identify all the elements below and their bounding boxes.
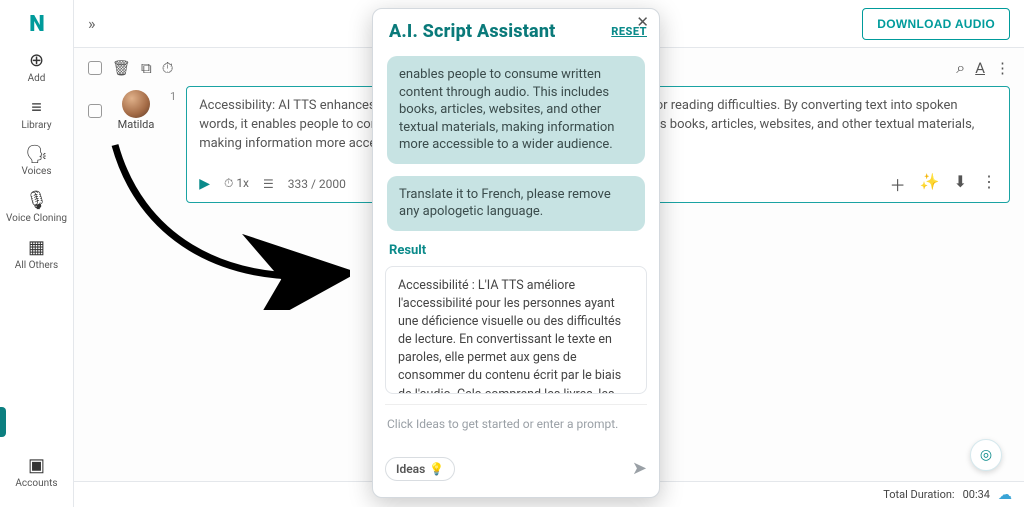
speed-icon[interactable]: ⏱ xyxy=(162,59,174,77)
play-button[interactable]: ▶ xyxy=(199,176,210,192)
sidebar-item-label: Voice Cloning xyxy=(6,213,67,224)
font-style-icon[interactable]: A xyxy=(975,59,985,77)
grid-icon: ▦ xyxy=(28,238,45,258)
more-icon[interactable]: ⋮ xyxy=(995,59,1010,77)
row-checkbox[interactable] xyxy=(88,104,102,118)
account-icon: ▣ xyxy=(28,456,45,476)
add-block-button[interactable]: ＋ xyxy=(890,172,906,196)
plus-circle-icon: ⊕ xyxy=(29,51,44,71)
sidebar-item-label: Library xyxy=(21,120,51,131)
voice-cloning-icon: 🎙 xyxy=(25,191,48,211)
voice-name: Matilda xyxy=(118,118,155,131)
lightbulb-icon: 💡 xyxy=(429,462,444,476)
left-edge-indicator xyxy=(0,407,6,437)
help-fab[interactable]: ◎ xyxy=(970,439,1002,471)
ideas-button[interactable]: Ideas 💡 xyxy=(385,457,455,481)
sidebar-item-label: Accounts xyxy=(15,478,57,489)
sidebar-item-library[interactable]: ≡ Library xyxy=(21,98,51,131)
select-all-checkbox[interactable] xyxy=(88,61,102,75)
ai-script-assistant-modal: ✕ A.I. Script Assistant RESET enables pe… xyxy=(372,8,660,498)
chat-bubble-context: enables people to consume written conten… xyxy=(387,56,645,164)
voices-icon: 🗣 xyxy=(25,145,48,165)
sidebar-item-all-others[interactable]: ▦ All Others xyxy=(15,238,58,271)
download-audio-button[interactable]: DOWNLOAD AUDIO xyxy=(862,8,1010,40)
chat-bubble-user-prompt: Translate it to French, please remove an… xyxy=(387,176,645,231)
sidebar-item-add[interactable]: ⊕ Add xyxy=(28,51,46,84)
ideas-label: Ideas xyxy=(396,462,425,476)
trash-icon[interactable]: 🗑 xyxy=(112,59,131,77)
expand-sidebar-icon[interactable]: » xyxy=(88,14,96,33)
result-text[interactable]: Accessibilité : L'IA TTS améliore l'acce… xyxy=(385,266,647,394)
duration-label: Total Duration: xyxy=(883,488,954,501)
duration-value: 00:34 xyxy=(963,488,990,501)
voice-avatar xyxy=(122,90,150,118)
send-button[interactable]: ➤ xyxy=(632,458,647,479)
prompt-area: Click Ideas to get started or enter a pr… xyxy=(385,404,647,481)
sidebar-item-label: All Others xyxy=(15,260,58,271)
ai-wand-icon[interactable]: ✨ xyxy=(920,172,940,196)
sidebar-item-voice-cloning[interactable]: 🎙 Voice Cloning xyxy=(6,191,67,224)
library-icon: ≡ xyxy=(31,98,42,118)
search-icon[interactable]: ⌕ xyxy=(956,58,965,78)
close-icon[interactable]: ✕ xyxy=(636,13,649,31)
brand-logo: N xyxy=(29,12,43,37)
modal-title: A.I. Script Assistant xyxy=(389,21,556,42)
row-more-icon[interactable]: ⋮ xyxy=(981,172,997,196)
sidebar-item-label: Add xyxy=(28,73,46,84)
result-label: Result xyxy=(389,243,643,258)
cloud-sync-icon[interactable]: ☁ xyxy=(998,487,1012,503)
row-index: 1 xyxy=(170,90,176,103)
settings-icon[interactable]: ☰ xyxy=(263,177,274,191)
sidebar-item-label: Voices xyxy=(22,166,52,177)
voice-selector[interactable]: Matilda xyxy=(112,90,160,131)
download-row-icon[interactable]: ⬇ xyxy=(954,172,967,196)
prompt-input[interactable]: Click Ideas to get started or enter a pr… xyxy=(385,413,647,457)
sidebar-item-accounts[interactable]: ▣ Accounts xyxy=(15,456,57,489)
speed-control[interactable]: ⏱ 1x xyxy=(224,176,249,191)
copy-icon[interactable]: ⧉ xyxy=(141,59,152,77)
sidebar-item-voices[interactable]: 🗣 Voices xyxy=(22,145,52,178)
left-sidebar: N ⊕ Add ≡ Library 🗣 Voices 🎙 Voice Cloni… xyxy=(0,0,74,507)
char-counter: 333 / 2000 xyxy=(288,177,346,191)
